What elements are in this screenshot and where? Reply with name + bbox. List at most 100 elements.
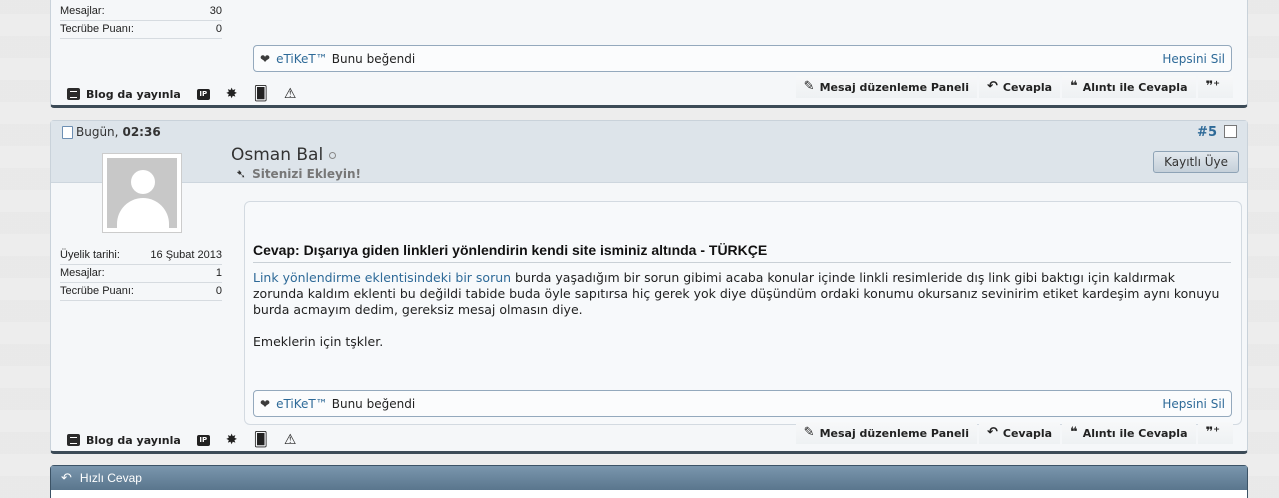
stat-row: Mesajlar: 30 <box>60 3 222 21</box>
reply-arrow-icon: ↶ <box>61 470 72 485</box>
avatar[interactable] <box>102 153 182 233</box>
previous-post: Mesajlar: 30 Tecrübe Puanı: 0 ❤ eTiKeT™ … <box>50 0 1248 108</box>
remove-all-link[interactable]: Hepsini Sil <box>1162 397 1225 411</box>
liked-text: Bunu beğendi <box>331 51 416 66</box>
body-link[interactable]: Link yönlendirme eklentisindeki bir soru… <box>253 270 511 285</box>
quick-reply-title: Hızlı Cevap <box>79 471 142 485</box>
stat-value: 30 <box>209 5 222 17</box>
reply-button[interactable]: ↶ Cevapla <box>978 76 1061 98</box>
blog-publish-button[interactable]: Blog da yayınla <box>67 434 181 447</box>
edit-panel-label: Mesaj düzenleme Paneli <box>819 80 969 94</box>
ip-icon: IP <box>196 434 210 446</box>
stat-value: 1 <box>215 267 222 279</box>
cursor-icon: ➷ <box>236 167 247 181</box>
user-title-text: Sitenizi Ekleyin! <box>252 167 362 181</box>
post-body: Link yönlendirme eklentisindeki bir soru… <box>253 270 1227 350</box>
likes-box: ❤ eTiKeT™ Bunu beğendi Hepsini Sil <box>253 45 1232 72</box>
default-avatar-icon <box>107 158 177 228</box>
report-button[interactable]: ⚠ <box>284 87 297 101</box>
footer-right-actions: ✎ Mesaj düzenleme Paneli ↶ Cevapla ❝ Alı… <box>795 422 1233 444</box>
post-select-checkbox[interactable] <box>1224 125 1237 138</box>
post-number-link[interactable]: #5 <box>1197 125 1217 140</box>
cards-icon: 🂠 <box>253 432 268 448</box>
multi-quote-icon: ❞⁺ <box>1205 425 1221 440</box>
post-header: Bugün, 02:36 #5 Osman Bal ➷ Sitenizi Ekl… <box>51 121 1247 183</box>
stat-label: Mesajlar: <box>60 267 105 279</box>
cards-button[interactable]: 🂠 <box>254 87 268 101</box>
reply-arrow-icon: ↶ <box>986 425 998 440</box>
multi-quote-button[interactable]: ❞⁺ <box>1197 76 1233 98</box>
blog-publish-label: Blog da yayınla <box>86 87 181 101</box>
star-icon: ✸ <box>225 86 238 102</box>
quick-reply-header[interactable]: ↶ Hızlı Cevap <box>51 466 1247 490</box>
report-button[interactable]: ⚠ <box>284 433 297 447</box>
stat-label: Tecrübe Puanı: <box>60 23 134 35</box>
blog-publish-button[interactable]: Blog da yayınla <box>67 88 181 101</box>
user-stats: Mesajlar: 30 Tecrübe Puanı: 0 <box>60 3 222 39</box>
reply-label: Cevapla <box>1002 426 1053 440</box>
quote-bubble-icon: ❝ <box>1070 425 1078 440</box>
reply-button[interactable]: ↶ Cevapla <box>978 422 1061 444</box>
post-paragraph: Link yönlendirme eklentisindeki bir soru… <box>253 270 1227 318</box>
post-title: Cevap: Dışarıya giden linkleri yönlendir… <box>253 242 1231 263</box>
stat-label: Tecrübe Puanı: <box>60 285 134 297</box>
post-thanks: Emeklerin için tşkler. <box>253 334 384 349</box>
document-icon <box>62 125 73 139</box>
blog-publish-label: Blog da yayınla <box>86 433 181 447</box>
cards-icon: 🂠 <box>253 86 268 102</box>
pencil-icon: ✎ <box>803 425 815 440</box>
ip-button[interactable]: IP <box>196 434 210 446</box>
date-label: Bugün, <box>76 125 119 139</box>
liker-link[interactable]: eTiKeT™ <box>276 52 328 66</box>
cards-button[interactable]: 🂠 <box>254 433 268 447</box>
user-title: ➷ Sitenizi Ekleyin! <box>236 167 361 181</box>
stat-row: Mesajlar: 1 <box>60 265 222 283</box>
rank-badge: Kayıtlı Üye <box>1153 151 1239 173</box>
user-stats: Üyelik tarihi: 16 Şubat 2013 Mesajlar: 1… <box>60 247 222 301</box>
quote-reply-button[interactable]: ❝ Alıntı ile Cevapla <box>1062 76 1196 98</box>
liked-text: Bunu beğendi <box>331 396 416 411</box>
stat-label: Mesajlar: <box>60 5 105 17</box>
stat-label: Üyelik tarihi: <box>60 249 120 261</box>
liker-link[interactable]: eTiKeT™ <box>276 397 328 411</box>
post-footer: Blog da yayınla IP ✸ 🂠 ⚠ ✎ Mesaj düzenle… <box>51 76 1247 107</box>
ip-icon: IP <box>196 88 210 100</box>
reply-label: Cevapla <box>1002 80 1053 94</box>
post-date: Bugün, 02:36 <box>62 125 161 139</box>
stat-row: Üyelik tarihi: 16 Şubat 2013 <box>60 247 222 265</box>
footer-left-actions: Blog da yayınla IP ✸ 🂠 ⚠ <box>67 433 312 447</box>
quote-reply-label: Alıntı ile Cevapla <box>1082 80 1188 94</box>
star-button[interactable]: ✸ <box>226 87 238 101</box>
stat-value: 0 <box>215 23 222 35</box>
remove-all-link[interactable]: Hepsini Sil <box>1162 52 1225 66</box>
blog-icon <box>67 434 80 446</box>
likes-box: ❤ eTiKeT™ Bunu beğendi Hepsini Sil <box>253 390 1232 417</box>
heart-icon: ❤ <box>260 51 271 66</box>
username[interactable]: Osman Bal <box>231 145 337 165</box>
warning-icon: ⚠ <box>283 432 297 448</box>
quote-reply-button[interactable]: ❝ Alıntı ile Cevapla <box>1062 422 1196 444</box>
edit-panel-button[interactable]: ✎ Mesaj düzenleme Paneli <box>795 422 977 444</box>
quote-bubble-icon: ❝ <box>1070 79 1078 94</box>
warning-icon: ⚠ <box>283 86 297 102</box>
multi-quote-button[interactable]: ❞⁺ <box>1197 422 1233 444</box>
stat-row: Tecrübe Puanı: 0 <box>60 283 222 301</box>
edit-panel-label: Mesaj düzenleme Paneli <box>819 426 969 440</box>
edit-panel-button[interactable]: ✎ Mesaj düzenleme Paneli <box>795 76 977 98</box>
star-icon: ✸ <box>225 432 238 448</box>
footer-right-actions: ✎ Mesaj düzenleme Paneli ↶ Cevapla ❝ Alı… <box>795 76 1233 98</box>
stat-value: 16 Şubat 2013 <box>150 249 222 261</box>
quote-reply-label: Alıntı ile Cevapla <box>1082 426 1188 440</box>
post-time: 02:36 <box>122 125 161 139</box>
stat-row: Tecrübe Puanı: 0 <box>60 21 222 39</box>
heart-icon: ❤ <box>260 396 271 411</box>
blog-icon <box>67 88 80 100</box>
stat-value: 0 <box>215 285 222 297</box>
footer-left-actions: Blog da yayınla IP ✸ 🂠 ⚠ <box>67 87 312 101</box>
star-button[interactable]: ✸ <box>226 433 238 447</box>
ip-button[interactable]: IP <box>196 88 210 100</box>
offline-status-icon <box>329 151 337 159</box>
post-5: Bugün, 02:36 #5 Osman Bal ➷ Sitenizi Ekl… <box>50 120 1248 454</box>
quick-reply-panel: ↶ Hızlı Cevap <box>50 465 1248 498</box>
username-text: Osman Bal <box>231 145 324 165</box>
